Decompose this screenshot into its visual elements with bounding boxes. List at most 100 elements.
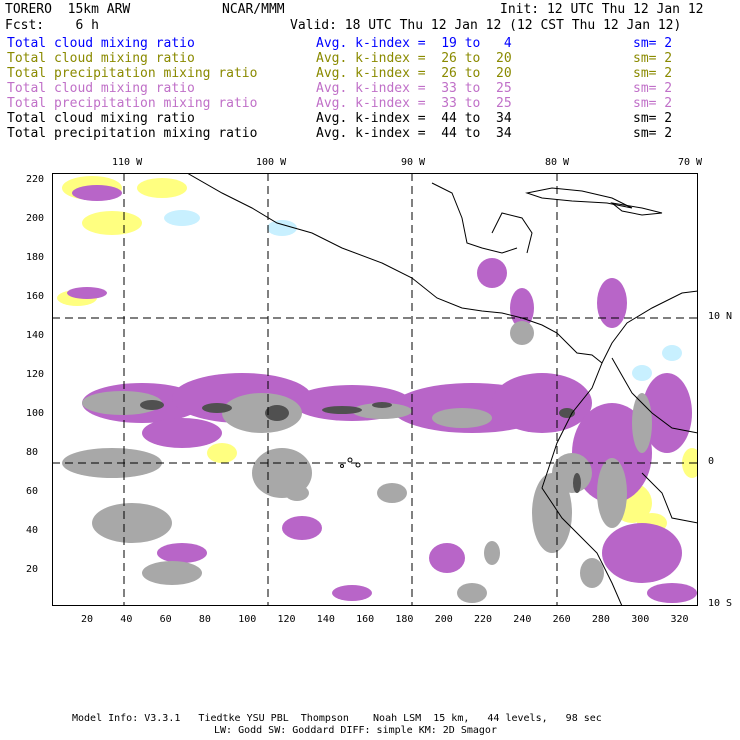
purple-field	[142, 418, 222, 448]
organization: NCAR/MMM	[222, 2, 285, 17]
longitude-label: 90 W	[401, 157, 426, 168]
legend-index: Avg. k-index = 26 to 20	[316, 66, 512, 81]
longitude-label: 110 W	[112, 157, 143, 168]
y-tick-label: 160	[26, 291, 45, 302]
x-tick-label: 100	[238, 614, 257, 625]
dark-field	[573, 473, 581, 493]
x-tick-label: 320	[670, 614, 689, 625]
legend-sm: sm= 2	[633, 126, 673, 141]
legend-index: Avg. k-index = 44 to 34	[316, 126, 512, 141]
yellow-field	[137, 178, 187, 198]
y-tick-label: 20	[26, 564, 39, 575]
purple-field	[67, 287, 107, 299]
latitude-label: 10 S	[708, 598, 733, 609]
x-tick-label: 140	[316, 614, 335, 625]
y-tick-label: 180	[26, 252, 45, 263]
lightblue-field	[164, 210, 200, 226]
purple-field	[647, 583, 697, 603]
x-tick-label: 120	[277, 614, 296, 625]
dark-field	[265, 405, 289, 421]
gray-field	[510, 321, 534, 345]
x-tick-label: 60	[159, 614, 172, 625]
legend-field: Total precipitation mixing ratio	[7, 126, 258, 141]
legend-field: Total cloud mixing ratio	[7, 36, 195, 51]
x-tick-label: 280	[591, 614, 610, 625]
legend-index: Avg. k-index = 19 to 4	[316, 36, 512, 51]
y-tick-label: 140	[26, 330, 45, 341]
init-time: Init: 12 UTC Thu 12 Jan 12	[500, 2, 704, 17]
purple-field	[429, 543, 465, 573]
legend-sm: sm= 2	[633, 66, 673, 81]
x-tick-label: 80	[198, 614, 211, 625]
y-tick-label: 100	[26, 408, 45, 419]
x-tick-label: 20	[81, 614, 94, 625]
x-tick-label: 160	[356, 614, 375, 625]
legend-sm: sm= 2	[633, 111, 673, 126]
gray-field	[580, 558, 604, 588]
legend-index: Avg. k-index = 26 to 20	[316, 51, 512, 66]
purple-field	[477, 258, 507, 288]
model-title: TORERO 15km ARW	[5, 2, 131, 17]
legend-index: Avg. k-index = 33 to 25	[316, 81, 512, 96]
purple-field	[492, 373, 592, 433]
legend-sm: sm= 2	[633, 51, 673, 66]
latitude-label: 0	[708, 456, 715, 467]
y-tick-label: 80	[26, 447, 39, 458]
purple-field	[282, 516, 322, 540]
purple-field	[157, 543, 207, 563]
longitude-label: 80 W	[545, 157, 570, 168]
lightblue-field	[662, 345, 682, 361]
gray-field	[632, 393, 652, 453]
lightblue-field	[267, 220, 297, 236]
purple-field	[332, 585, 372, 601]
gray-field	[92, 503, 172, 543]
yellow-field	[207, 443, 237, 463]
y-tick-label: 220	[26, 174, 45, 185]
x-tick-label: 260	[552, 614, 571, 625]
map-plot	[52, 173, 698, 606]
gray-field	[142, 561, 202, 585]
legend-sm: sm= 2	[633, 81, 673, 96]
model-info-line1: Model Info: V3.3.1 Tiedtke YSU PBL Thomp…	[72, 713, 602, 724]
dark-field	[372, 402, 392, 408]
y-tick-label: 120	[26, 369, 45, 380]
purple-field	[72, 185, 122, 201]
gray-field	[597, 458, 627, 528]
forecast-hour: Fcst: 6 h	[5, 18, 99, 33]
gray-field	[457, 583, 487, 603]
legend-field: Total precipitation mixing ratio	[7, 66, 258, 81]
valid-time: Valid: 18 UTC Thu 12 Jan 12 (12 CST Thu …	[290, 18, 682, 33]
x-tick-label: 240	[513, 614, 532, 625]
legend-field: Total cloud mixing ratio	[7, 111, 195, 126]
longitude-label: 70 W	[678, 157, 703, 168]
legend-field: Total precipitation mixing ratio	[7, 96, 258, 111]
gray-field	[552, 453, 592, 493]
legend-index: Avg. k-index = 44 to 34	[316, 111, 512, 126]
yellow-field	[82, 211, 142, 235]
x-tick-label: 220	[474, 614, 493, 625]
longitude-label: 100 W	[256, 157, 287, 168]
lightblue-field	[632, 365, 652, 381]
dark-field	[322, 406, 362, 414]
gray-field	[285, 485, 309, 501]
gray-field	[377, 483, 407, 503]
legend-sm: sm= 2	[633, 96, 673, 111]
x-tick-label: 300	[631, 614, 650, 625]
legend-index: Avg. k-index = 33 to 25	[316, 96, 512, 111]
y-tick-label: 200	[26, 213, 45, 224]
model-info-line2: LW: Godd SW: Goddard DIFF: simple KM: 2D…	[214, 725, 497, 736]
gray-field	[484, 541, 500, 565]
x-tick-label: 40	[120, 614, 133, 625]
x-tick-label: 180	[395, 614, 414, 625]
dark-field	[202, 403, 232, 413]
precipitation-fields	[57, 176, 698, 603]
latitude-label: 10 N	[708, 311, 733, 322]
legend-sm: sm= 2	[633, 36, 673, 51]
y-tick-label: 40	[26, 525, 39, 536]
purple-field	[602, 523, 682, 583]
dark-field	[140, 400, 164, 410]
purple-field	[597, 278, 627, 328]
gray-field	[222, 393, 302, 433]
x-tick-label: 200	[434, 614, 453, 625]
legend-field: Total cloud mixing ratio	[7, 51, 195, 66]
